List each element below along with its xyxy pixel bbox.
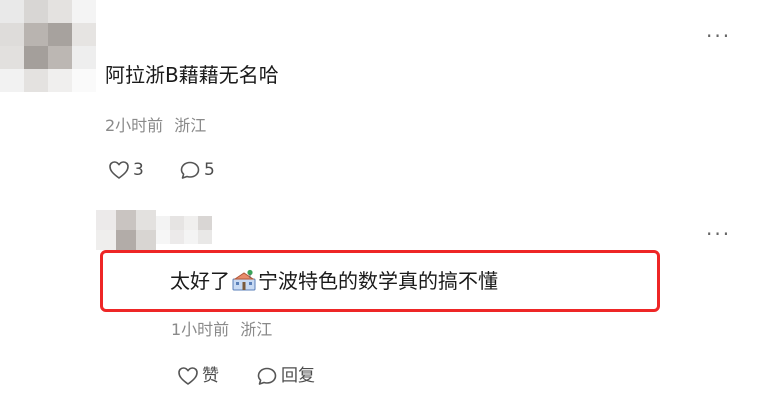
comment-bubble-icon [180,161,200,179]
comment-text: 阿拉浙B藉藉无名哈 [105,63,279,87]
comment-time: 1小时前 [171,320,230,339]
like-button[interactable]: 赞 [177,365,219,387]
like-count: 3 [133,160,144,180]
comment-text-part-2: 宁波特色的数学真的搞不懂 [258,269,498,293]
school-emoji-icon [232,269,256,291]
comment-text: 太好了 宁波特色的数学真的搞不懂 [170,268,498,294]
like-button[interactable]: 3 [108,159,144,181]
comment-text-part-1: 太好了 [170,269,230,293]
comment-bubble-icon [257,367,277,385]
heart-icon [178,367,198,385]
username-blurred[interactable] [156,216,212,244]
heart-icon [109,161,129,179]
more-options-button[interactable]: ··· [706,26,731,46]
comment-meta: 1小时前 浙江 [171,320,272,340]
reply-button[interactable]: 回复 [256,365,315,387]
comment-location: 浙江 [174,116,207,135]
reply-button[interactable]: 5 [179,159,215,181]
like-label: 赞 [202,366,219,386]
avatar-blurred[interactable] [0,0,96,92]
reply-label: 回复 [281,366,315,386]
comment-location: 浙江 [240,320,273,339]
comment-time: 2小时前 [105,116,164,135]
avatar-blurred[interactable] [96,210,156,250]
comment-meta: 2小时前 浙江 [105,116,206,136]
more-options-button[interactable]: ··· [706,224,731,244]
reply-count: 5 [204,160,215,180]
